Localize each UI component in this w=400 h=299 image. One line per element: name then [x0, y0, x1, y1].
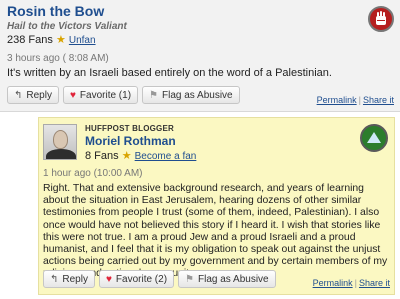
fan-count: 238 Fans ★ Unfan — [7, 33, 96, 46]
blogger-badge-icon[interactable] — [360, 124, 388, 152]
share-link[interactable]: Share it — [363, 95, 394, 105]
unfan-link[interactable]: Unfan — [69, 35, 96, 46]
permalink-link[interactable]: Permalink — [317, 95, 357, 105]
fist-badge-icon[interactable] — [368, 6, 394, 32]
heart-icon: ♥ — [69, 89, 76, 101]
fan-count: 8 Fans ★ Become a fan — [85, 149, 196, 162]
flag-icon: ⚑ — [185, 273, 194, 285]
flag-label: Flag as Abusive — [162, 89, 233, 101]
comment-timestamp: 1 hour ago (10:00 AM) — [43, 168, 143, 179]
become-fan-link[interactable]: Become a fan — [135, 151, 197, 162]
triangle-icon — [367, 132, 381, 143]
reply-label: Reply — [26, 89, 52, 101]
comment-actions: ↰ Reply ♥ Favorite (1) ⚑ Flag as Abusive — [7, 86, 240, 106]
fist-icon — [376, 11, 386, 25]
flag-label: Flag as Abusive — [198, 273, 269, 285]
favorite-label: Favorite (2) — [115, 273, 168, 285]
permalink-link[interactable]: Permalink — [313, 278, 353, 288]
comment-1: Rosin the Bow Hail to the Victors Valian… — [0, 0, 400, 112]
reply-button[interactable]: ↰ Reply — [7, 86, 59, 104]
flag-abusive-button[interactable]: ⚑ Flag as Abusive — [142, 86, 240, 104]
author-name-link[interactable]: Moriel Rothman — [85, 134, 176, 148]
favorite-button[interactable]: ♥ Favorite (1) — [62, 86, 139, 104]
comment-text: Right. That and extensive background res… — [43, 183, 388, 279]
favorite-label: Favorite (1) — [79, 89, 132, 101]
reply-label: Reply — [62, 273, 88, 285]
comment-links: Permalink | Share it — [312, 278, 390, 288]
comment-1-header: Rosin the Bow Hail to the Victors Valian… — [5, 3, 395, 46]
avatar[interactable] — [43, 124, 77, 160]
star-icon: ★ — [55, 34, 66, 46]
reply-button[interactable]: ↰ Reply — [43, 270, 95, 288]
heart-icon: ♥ — [105, 273, 112, 285]
comment-actions: ↰ Reply ♥ Favorite (2) ⚑ Flag as Abusive — [43, 270, 276, 290]
comment-2-reply: HUFFPOST BLOGGER Moriel Rothman 8 Fans ★… — [38, 117, 395, 295]
fan-count-text: 238 Fans — [7, 34, 53, 46]
comment-timestamp: 3 hours ago ( 8:08 AM) — [7, 53, 109, 64]
fan-count-text: 8 Fans — [85, 150, 119, 162]
flag-icon: ⚑ — [149, 89, 158, 101]
flag-abusive-button[interactable]: ⚑ Flag as Abusive — [178, 270, 276, 288]
author-tagline: Hail to the Victors Valiant — [7, 21, 127, 32]
comment-text: It's written by an Israeli based entirel… — [7, 67, 332, 79]
star-icon: ★ — [121, 150, 132, 162]
favorite-button[interactable]: ♥ Favorite (2) — [98, 270, 175, 288]
author-name-link[interactable]: Rosin the Bow — [7, 3, 104, 19]
blogger-label: HUFFPOST BLOGGER — [85, 124, 174, 133]
reply-arrow-icon: ↰ — [14, 89, 23, 101]
share-link[interactable]: Share it — [359, 278, 390, 288]
reply-arrow-icon: ↰ — [50, 273, 59, 285]
comment-links: Permalink | Share it — [316, 95, 394, 105]
